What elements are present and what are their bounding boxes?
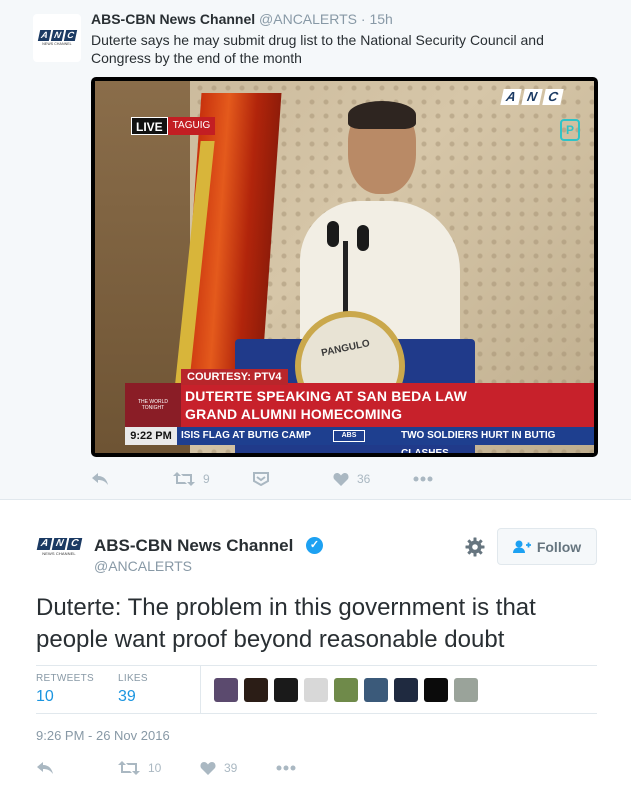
avatar[interactable]: A N C NEWS CHANNEL [33,538,85,566]
reply-icon [37,762,53,774]
tweet-media[interactable]: PANGULO A N C P LIVE TAGUIG THE WORLD TO… [91,77,598,457]
like-button[interactable]: 36 [333,469,370,489]
ticker-logo: ABS [333,430,365,442]
retweet-button[interactable]: 10 [118,758,161,778]
liker-avatar[interactable] [244,678,268,702]
like-count: 39 [224,761,238,775]
anc-logo: A N C [37,30,77,41]
liker-avatar[interactable] [274,678,298,702]
separator: · [360,11,366,27]
video-still: PANGULO A N C P LIVE TAGUIG THE WORLD TO… [95,81,594,453]
microphone [357,225,369,251]
location-label: TAGUIG [167,117,216,135]
divider [36,713,597,714]
heart-icon [200,762,216,775]
tweet-header: ABS-CBN News Channel @ANCALERTS · 15h [91,11,393,27]
quoted-tweet[interactable]: A N C NEWS CHANNEL ABS-CBN News Channel … [0,0,631,499]
more-button[interactable] [276,758,296,778]
gear-icon[interactable] [465,537,485,557]
liker-avatars [214,678,478,702]
tweet-actions: 9 36 [91,469,491,489]
ticker-time: 9:22 PM [125,427,177,445]
handle[interactable]: @ANCALERTS [259,11,357,27]
more-button[interactable] [413,469,433,489]
direct-message-button[interactable] [253,469,269,489]
like-count: 36 [357,472,371,486]
divider [200,666,201,713]
retweet-icon [118,761,140,775]
reply-button[interactable] [36,758,54,778]
anc-logo-subtext: NEWS CHANNEL [42,551,76,556]
avatar[interactable]: A N C NEWS CHANNEL [33,14,81,62]
liker-avatar[interactable] [424,678,448,702]
liker-avatar[interactable] [214,678,238,702]
more-icon [413,476,433,482]
liker-avatar[interactable] [364,678,388,702]
show-logo-text: THE WORLD TONIGHT [138,399,168,411]
retweet-icon [173,472,195,486]
display-name[interactable]: ABS-CBN News Channel [94,536,293,556]
reply-icon [92,473,108,485]
divider [36,665,597,666]
speaker-hair [348,101,416,129]
live-label: LIVE [131,117,168,135]
anc-logo-subtext: NEWS CHANNEL [42,42,72,46]
ticker-text: ISIS FLAG AT BUTIG CAMP [181,430,311,441]
display-name[interactable]: ABS-CBN News Channel [91,11,255,27]
likes-label: LIKES [118,673,148,684]
retweet-button[interactable]: 9 [173,469,210,489]
tweet-text: Duterte says he may submit drug list to … [91,32,544,66]
tweet-timestamp[interactable]: 9:26 PM - 26 Nov 2016 [36,728,170,743]
reply-button[interactable] [91,469,109,489]
follow-label: Follow [536,538,582,555]
microphone [327,221,339,247]
courtesy-label: COURTESY: PTV4 [181,369,288,385]
divider [0,499,631,500]
live-badge: LIVE TAGUIG [131,117,216,135]
heart-icon [333,473,349,486]
direct-message-icon [253,472,269,486]
ticker-text: TWO SOLDIERS HURT IN BUTIG CLASHES [401,430,556,453]
tweet-text: Duterte: The problem in this government … [36,594,536,653]
anc-logo: A N C [36,538,82,550]
retweets-count[interactable]: 10 [36,688,54,706]
likes-count[interactable]: 39 [118,688,136,706]
headline-line-1: DUTERTE SPEAKING AT SAN BEDA LAW [185,388,467,404]
liker-avatar[interactable] [454,678,478,702]
lower-third-headline: DUTERTE SPEAKING AT SAN BEDA LAW GRAND A… [185,387,467,423]
retweet-count: 9 [203,472,210,486]
corner-bug-icon: P [560,119,580,141]
liker-avatar[interactable] [334,678,358,702]
like-button[interactable]: 39 [200,758,237,778]
headline-line-2: GRAND ALUMNI HOMECOMING [185,406,403,422]
retweets-label: RETWEETS [36,673,94,684]
tweet-actions: 10 39 [36,758,436,778]
tweet-time[interactable]: 15h [369,11,392,27]
anc-screen-logo: A N C [500,89,564,105]
retweet-count: 10 [148,761,162,775]
more-icon [276,765,296,771]
follow-button[interactable]: Follow [497,528,597,565]
add-user-icon [512,540,531,553]
liker-avatar[interactable] [304,678,328,702]
verified-badge-icon: ✓ [306,537,323,554]
liker-avatar[interactable] [394,678,418,702]
handle[interactable]: @ANCALERTS [94,558,192,574]
